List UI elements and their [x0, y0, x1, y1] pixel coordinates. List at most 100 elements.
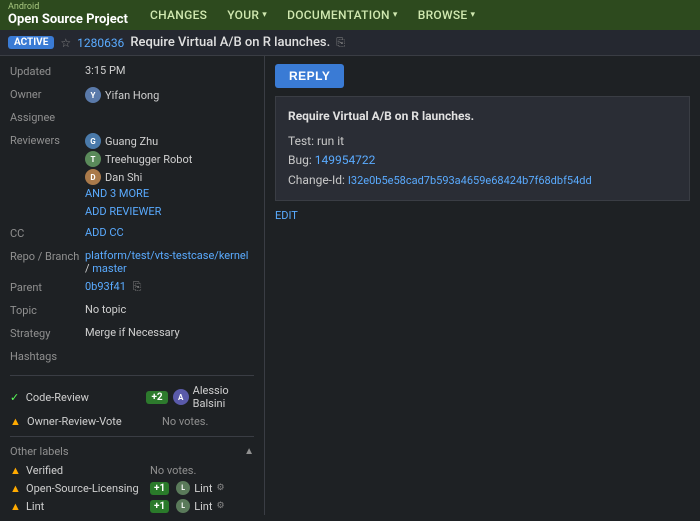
collapse-icon[interactable]: ▲: [244, 446, 254, 457]
warn-icon: ▲: [10, 500, 22, 513]
code-review-label: Code-Review: [26, 391, 142, 404]
other-labels-title: Other labels: [10, 445, 69, 458]
chevron-down-icon: ▾: [471, 10, 476, 20]
reviewer-name: Guang Zhu: [105, 135, 158, 148]
bug-label: Bug:: [288, 153, 315, 167]
lint-icon: ⚙: [216, 483, 224, 493]
nav-browse[interactable]: BROWSE ▾: [408, 0, 486, 30]
voter-name: Lint: [194, 482, 212, 495]
reply-button[interactable]: REPLY: [275, 64, 344, 88]
parent-label: Parent: [10, 280, 85, 294]
other-labels-header: Other labels ▲: [10, 445, 254, 458]
reviewer-avatar: G: [85, 133, 101, 149]
label-verified: ▲ Verified No votes.: [10, 464, 254, 477]
commit-title: Require Virtual A/B on R launches.: [288, 107, 677, 126]
voter-avatar: L: [176, 499, 190, 513]
lint-name: Lint: [26, 500, 146, 513]
osl-name: Open-Source-Licensing: [26, 482, 146, 495]
lint-icon: ⚙: [216, 501, 224, 511]
assignee-label: Assignee: [10, 110, 85, 124]
osl-voter: L Lint ⚙: [176, 481, 224, 495]
chevron-down-icon: ▾: [393, 10, 398, 20]
reviewer-treehugger: T Treehugger Robot: [85, 151, 192, 167]
label-owner-review: ▲ Owner-Review-Vote No votes.: [10, 415, 254, 428]
copy-parent-icon[interactable]: ⎘: [133, 280, 142, 293]
warn-icon: ▲: [10, 482, 22, 495]
repo-branch-label: Repo / Branch: [10, 249, 85, 263]
lint-voter: L Lint ⚙: [176, 499, 224, 513]
meta-owner: Owner Y Yifan Hong: [10, 87, 254, 105]
commit-change-id-line: Change-Id: I32e0b5e58cad7b593a4659e68424…: [288, 171, 677, 190]
change-id-link[interactable]: I32e0b5e58cad7b593a4659e68424b7f68dbf54d…: [348, 174, 592, 187]
chevron-down-icon: ▾: [262, 10, 267, 20]
reviewer-guang-zhu: G Guang Zhu: [85, 133, 192, 149]
cc-label: CC: [10, 226, 85, 240]
meta-topic: Topic No topic: [10, 303, 254, 321]
owner-name: Yifan Hong: [105, 89, 159, 102]
status-badge: ACTIVE: [8, 36, 54, 49]
verified-name: Verified: [26, 464, 146, 477]
label-lint: ▲ Lint +1 L Lint ⚙: [10, 499, 254, 513]
reviewer-dan-shi: D Dan Shi: [85, 169, 192, 185]
copy-icon[interactable]: ⎘: [336, 36, 345, 50]
meta-cc: CC ADD CC: [10, 226, 254, 244]
owner-review-votes: No votes.: [162, 415, 208, 428]
strategy-label: Strategy: [10, 326, 85, 340]
top-nav: Android Open Source Project CHANGES YOUR…: [0, 0, 700, 30]
owner-label: Owner: [10, 87, 85, 101]
divider-2: [10, 436, 254, 437]
repo-link[interactable]: platform/test/vts-testcase/kernel: [85, 249, 248, 262]
reviewer-avatar: T: [85, 151, 101, 167]
right-panel: REPLY Require Virtual A/B on R launches.…: [265, 56, 700, 515]
commit-bug-line: Bug: 149954722: [288, 151, 677, 170]
updated-value: 3:15 PM: [85, 64, 254, 77]
nav-documentation[interactable]: DOCUMENTATION ▾: [277, 0, 408, 30]
commit-message-box: Require Virtual A/B on R launches. Test:…: [275, 96, 690, 201]
edit-link[interactable]: EDIT: [275, 209, 690, 222]
strategy-value: Merge if Necessary: [85, 326, 254, 339]
and-more-link[interactable]: AND 3 MORE: [85, 187, 192, 200]
add-cc-link[interactable]: ADD CC: [85, 226, 124, 239]
meta-assignee: Assignee: [10, 110, 254, 128]
branch-link[interactable]: master: [92, 262, 126, 275]
label-code-review: ✓ Code-Review +2 A Alessio Balsini: [10, 384, 254, 410]
code-review-vote: +2: [146, 391, 167, 404]
check-icon: ✓: [10, 391, 21, 404]
reviewer-avatar: D: [85, 169, 101, 185]
star-icon[interactable]: ☆: [60, 36, 71, 50]
meta-strategy: Strategy Merge if Necessary: [10, 326, 254, 344]
left-panel: Updated 3:15 PM Owner Y Yifan Hong Assig…: [0, 56, 265, 515]
meta-hashtags: Hashtags: [10, 349, 254, 367]
hashtags-label: Hashtags: [10, 349, 85, 363]
main-content: Updated 3:15 PM Owner Y Yifan Hong Assig…: [0, 56, 700, 515]
nav-your[interactable]: YOUR ▾: [217, 0, 277, 30]
owner-avatar: Y: [85, 87, 101, 103]
reviewer-name: Treehugger Robot: [105, 153, 192, 166]
brand: Android Open Source Project: [8, 3, 128, 28]
change-title: Require Virtual A/B on R launches.: [130, 35, 330, 50]
android-label: Android: [8, 3, 128, 12]
change-number[interactable]: 1280636: [77, 36, 124, 50]
commit-body-line1: Test: run it: [288, 132, 677, 151]
meta-repo-branch: Repo / Branch platform/test/vts-testcase…: [10, 249, 254, 275]
owner-review-label: Owner-Review-Vote: [27, 415, 157, 428]
warn-icon: ▲: [10, 415, 22, 428]
voter-name: Lint: [194, 500, 212, 513]
reviewers-label: Reviewers: [10, 133, 85, 147]
change-id-label: Change-Id:: [288, 173, 348, 187]
bug-link[interactable]: 149954722: [315, 153, 376, 167]
topic-label: Topic: [10, 303, 85, 317]
verified-votes: No votes.: [150, 464, 196, 477]
topic-value: No topic: [85, 303, 254, 316]
nav-changes[interactable]: CHANGES: [140, 0, 217, 30]
add-reviewer-link[interactable]: ADD REVIEWER: [85, 205, 192, 218]
meta-updated: Updated 3:15 PM: [10, 64, 254, 82]
status-bar: ACTIVE ☆ 1280636 Require Virtual A/B on …: [0, 30, 700, 56]
updated-label: Updated: [10, 64, 85, 78]
voter-avatar: A: [173, 389, 189, 405]
meta-reviewers: Reviewers G Guang Zhu T Treehugger Robot…: [10, 133, 254, 221]
meta-parent: Parent 0b93f41 ⎘: [10, 280, 254, 298]
lint-vote: +1: [150, 500, 169, 513]
parent-link[interactable]: 0b93f41: [85, 280, 126, 293]
voter-avatar: L: [176, 481, 190, 495]
